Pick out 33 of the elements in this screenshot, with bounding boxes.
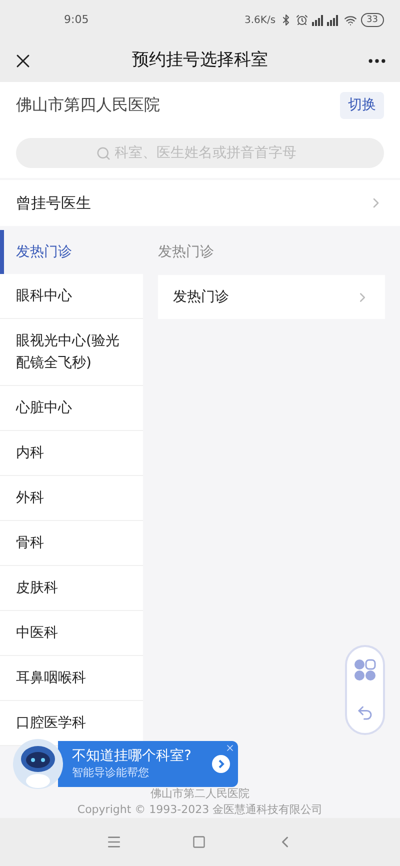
guide-toast[interactable]: 不知道挂哪个科室? 智能导诊能帮您 [58,741,238,787]
hospital-name: 佛山市第四人民医院 [16,94,160,116]
signal-icon [312,14,340,26]
past-doctors-row[interactable]: 曾挂号医生 [0,180,400,226]
department-item[interactable]: 口腔医学科 [0,701,143,746]
department-item[interactable]: 骨科 [0,521,143,566]
department-item[interactable]: 眼科中心 [0,274,143,319]
department-item[interactable]: 眼视光中心(验光配镜全飞秒) [0,319,143,386]
department-option[interactable]: 发热门诊 [158,275,385,319]
apps-icon[interactable] [354,658,376,680]
department-item[interactable]: 中医科 [0,611,143,656]
battery-indicator: 33 [360,13,384,27]
banner-title: 不知道挂哪个科室? [72,747,192,765]
section-title: 发热门诊 [158,243,215,262]
banner-subtitle: 智能导诊能帮您 [72,765,150,781]
page-title: 预约挂号选择科室 [131,49,269,72]
copyright-text: Copyright © 1993-2023 金医慧通科技有限公司 [77,802,323,818]
status-time: 9:05 [64,12,89,28]
search-icon [96,146,110,160]
robot-icon [10,739,66,789]
alarm-icon [296,14,308,26]
department-item[interactable]: 外科 [0,476,143,521]
department-item[interactable]: 耳鼻咽喉科 [0,656,143,701]
switch-button[interactable]: 切换 [340,92,384,118]
department-item[interactable]: 内科 [0,431,143,476]
menu-icon[interactable] [106,834,122,850]
department-item[interactable]: 心脏中心 [0,386,143,431]
footer-hospital: 佛山市第二人民医院 [150,786,250,802]
home-icon[interactable] [192,835,206,849]
wifi-icon [344,14,357,26]
back-icon[interactable] [356,704,374,722]
department-item[interactable]: 皮肤科 [0,566,143,611]
network-speed: 3.6K/s [244,14,276,28]
